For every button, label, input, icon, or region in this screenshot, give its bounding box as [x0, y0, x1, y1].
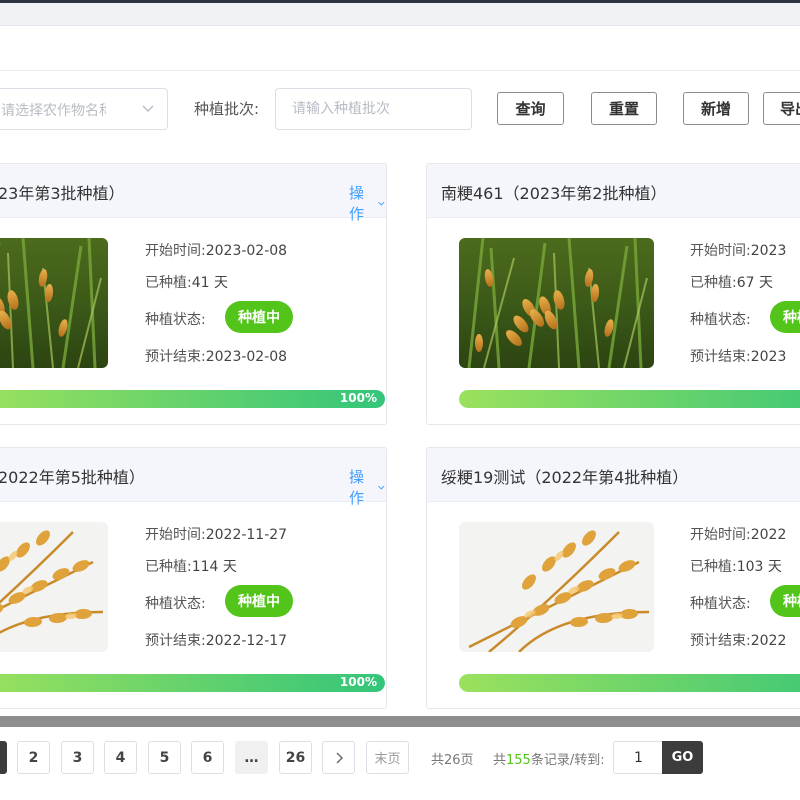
card-action-label: 操作 — [349, 468, 365, 507]
card-header: …2022年第5批种植） 操作 — [0, 448, 386, 507]
total-pages: 共26页 — [431, 753, 474, 768]
reset-button[interactable]: 重置 — [591, 92, 657, 125]
status-badge: 种植中 — [770, 301, 800, 333]
status-label: 种植状态: — [690, 312, 751, 328]
start-time: 开始时间:2023 — [690, 243, 787, 259]
planting-card: …23年第3批种植） 操作 开始时间:2023-02-08 已种植:41 天 种… — [0, 163, 387, 425]
progress-fill — [0, 390, 385, 408]
jump-page-input[interactable] — [613, 741, 663, 774]
chevron-down-icon — [378, 485, 385, 490]
progress-bar: 100% — [0, 674, 385, 692]
planted-days: 已种植:114 天 — [145, 559, 237, 575]
card-title: 绥粳19测试（2022年第4批种植） — [441, 468, 689, 487]
page-ellipsis[interactable]: … — [235, 741, 268, 774]
progress-bar — [459, 390, 800, 408]
crop-select-placeholder: 请选择农作物名称 — [1, 103, 106, 119]
end-time: 预计结束:2023-02-08 — [145, 349, 288, 365]
progress-fill — [459, 674, 800, 692]
total-records: 共155条记录/转到: — [493, 753, 605, 768]
chevron-down-icon — [142, 105, 154, 112]
pagination: 2 3 4 5 6 … 26 末页 共26页 共155条记录/转到: GO — [0, 741, 800, 774]
progress-fill — [0, 674, 385, 692]
next-page-button[interactable] — [322, 741, 355, 774]
last-page-button[interactable]: 末页 — [366, 741, 409, 774]
chevron-down-icon — [378, 201, 385, 206]
end-time: 预计结束:2022 — [690, 633, 787, 649]
progress-text: 100% — [339, 675, 377, 689]
rice-field-image — [0, 238, 108, 368]
go-button[interactable]: GO — [662, 741, 703, 774]
page-button-2[interactable]: 2 — [17, 741, 50, 774]
page-button-3[interactable]: 3 — [61, 741, 94, 774]
status-label: 种植状态: — [145, 312, 206, 328]
export-button[interactable]: 导出 — [763, 92, 800, 125]
page-current[interactable] — [0, 741, 7, 774]
card-title: 南粳461（2023年第2批种植） — [441, 184, 667, 203]
horizontal-scrollbar[interactable] — [0, 716, 800, 727]
end-time: 预计结束:2023 — [690, 349, 787, 365]
card-header: …23年第3批种植） 操作 — [0, 164, 386, 223]
card-header: 绥粳19测试（2022年第4批种植） — [427, 448, 800, 502]
progress-bar — [459, 674, 800, 692]
card-action-menu[interactable]: 操作 — [349, 182, 386, 224]
card-title: …2022年第5批种植） — [0, 468, 145, 487]
card-title: …23年第3批种植） — [0, 184, 125, 203]
status-badge: 种植中 — [225, 585, 293, 617]
planting-card: 绥粳19测试（2022年第4批种植） 开始时间:2022 已种植:103 天 种… — [426, 447, 800, 709]
wheat-ears-image — [0, 522, 108, 652]
status-badge: 种植中 — [225, 301, 293, 333]
card-action-label: 操作 — [349, 184, 365, 223]
end-time: 预计结束:2022-12-17 — [145, 633, 288, 649]
status-label: 种植状态: — [145, 596, 206, 612]
start-time: 开始时间:2022-11-27 — [145, 527, 288, 543]
planted-days: 已种植:103 天 — [690, 559, 782, 575]
batch-label: 种植批次: — [194, 100, 260, 118]
crop-name-select[interactable]: 请选择农作物名称 — [0, 88, 168, 130]
wheat-ears-image — [459, 522, 654, 652]
card-action-menu[interactable]: 操作 — [349, 466, 386, 508]
progress-bar: 100% — [0, 390, 385, 408]
add-button[interactable]: 新增 — [683, 92, 749, 125]
page-button-26[interactable]: 26 — [279, 741, 312, 774]
batch-input[interactable] — [275, 88, 472, 130]
planted-days: 已种植:67 天 — [690, 275, 773, 291]
planting-card: …2022年第5批种植） 操作 开始时间:2022-11-27 已种植:114 … — [0, 447, 387, 709]
card-header: 南粳461（2023年第2批种植） — [427, 164, 800, 218]
page-button-4[interactable]: 4 — [104, 741, 137, 774]
page-button-5[interactable]: 5 — [148, 741, 181, 774]
header-divider — [0, 70, 800, 71]
planted-days: 已种植:41 天 — [145, 275, 228, 291]
status-label: 种植状态: — [690, 596, 751, 612]
rice-field-image — [459, 238, 654, 368]
start-time: 开始时间:2023-02-08 — [145, 243, 288, 259]
page-button-6[interactable]: 6 — [191, 741, 224, 774]
progress-fill — [459, 390, 800, 408]
progress-text: 100% — [339, 391, 377, 405]
chevron-right-icon — [336, 752, 343, 763]
start-time: 开始时间:2022 — [690, 527, 787, 543]
query-button[interactable]: 查询 — [497, 92, 564, 125]
planting-card: 南粳461（2023年第2批种植） 开始时间:2023 已种植:67 天 种植状… — [426, 163, 800, 425]
top-header-bar — [0, 0, 800, 26]
status-badge: 种植中 — [770, 585, 800, 617]
